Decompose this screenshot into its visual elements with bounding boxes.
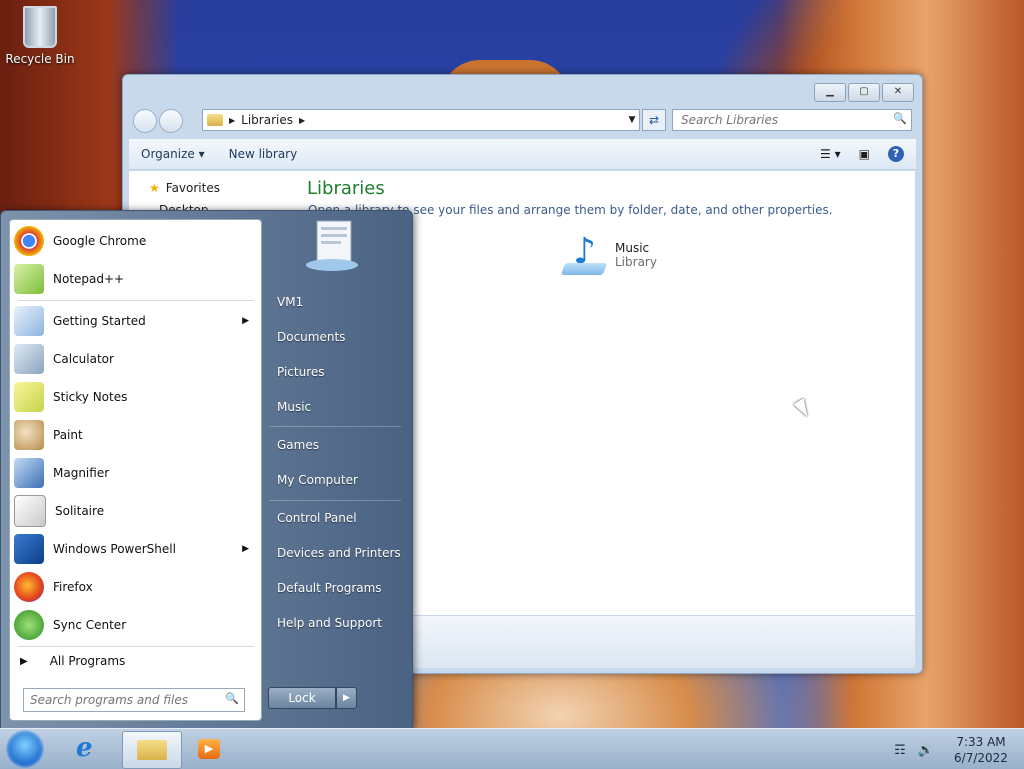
library-type: Library (615, 255, 657, 269)
volume-icon[interactable]: 🔊 (918, 743, 934, 758)
program-google-chrome[interactable]: Google Chrome (10, 222, 261, 260)
command-bar: Organize ▾ New library ☰ ▾ ▣ ? (129, 139, 916, 170)
breadcrumb-libraries[interactable]: Libraries (241, 113, 293, 127)
media-player-icon: ▶ (198, 739, 220, 759)
internet-explorer-icon: e (76, 733, 93, 763)
sticky-notes-icon (14, 382, 44, 412)
start-search-box[interactable]: 🔍 (23, 688, 245, 712)
recycle-bin-desktop-icon[interactable]: Recycle Bin (4, 6, 76, 66)
all-programs-arrow-icon: ▶ (20, 655, 28, 667)
notepadpp-icon (14, 264, 44, 294)
help-icon[interactable]: ? (888, 146, 904, 162)
libraries-folder-icon (207, 114, 223, 126)
separator (18, 300, 254, 301)
magnifier-icon (14, 458, 44, 488)
paint-icon (14, 420, 44, 450)
start-link-games[interactable]: Games (277, 438, 319, 452)
navigation-bar: ▶ Libraries ▶ ▼ ⇄ 🔍 (131, 107, 914, 133)
program-notepadpp[interactable]: Notepad++ (10, 260, 261, 298)
view-controls: ☰ ▾ ▣ ? (820, 146, 916, 162)
user-picture-icon[interactable] (303, 217, 361, 273)
music-library-icon: ♪ (560, 231, 608, 279)
change-view-icon[interactable]: ☰ ▾ (820, 147, 841, 161)
forward-button[interactable] (159, 109, 183, 133)
program-calculator[interactable]: Calculator (10, 340, 261, 378)
firefox-icon (14, 572, 44, 602)
breadcrumb-arrow-icon: ▶ (229, 115, 236, 125)
separator (269, 500, 401, 501)
program-windows-powershell[interactable]: Windows PowerShell ▶ (10, 530, 261, 568)
powershell-icon (14, 534, 44, 564)
program-sticky-notes[interactable]: Sticky Notes (10, 378, 261, 416)
start-link-music[interactable]: Music (277, 400, 311, 414)
start-link-default-programs[interactable]: Default Programs (277, 581, 382, 595)
explorer-search-box[interactable]: 🔍 (672, 109, 912, 131)
clock-time: 7:33 AM (956, 735, 1006, 749)
preview-pane-icon[interactable]: ▣ (859, 147, 870, 161)
minimize-button[interactable]: ▁ (814, 83, 846, 102)
program-firefox[interactable]: Firefox (10, 568, 261, 606)
start-button[interactable] (6, 730, 44, 768)
search-icon[interactable]: 🔍 (225, 692, 239, 705)
submenu-arrow-icon: ▶ (242, 544, 249, 554)
taskbar-media-player[interactable]: ▶ (182, 731, 240, 767)
windows-explorer-icon (137, 740, 167, 760)
start-link-devices-printers[interactable]: Devices and Printers (277, 546, 401, 560)
lock-button[interactable]: Lock (268, 687, 336, 709)
start-link-my-computer[interactable]: My Computer (277, 473, 358, 487)
maximize-button[interactable]: ▢ (848, 83, 880, 102)
program-magnifier[interactable]: Magnifier (10, 454, 261, 492)
start-menu: Google Chrome Notepad++ Getting Started … (0, 210, 413, 728)
organize-button[interactable]: Organize ▾ (129, 147, 217, 161)
address-bar[interactable]: ▶ Libraries ▶ ▼ (202, 109, 640, 131)
start-link-user[interactable]: VM1 (277, 295, 303, 309)
window-controls: ▁ ▢ ✕ (814, 83, 914, 102)
start-link-control-panel[interactable]: Control Panel (277, 511, 357, 525)
taskbar-windows-explorer[interactable] (122, 731, 182, 769)
submenu-arrow-icon: ▶ (242, 316, 249, 326)
favorites-star-icon: ★ (149, 181, 160, 195)
program-paint[interactable]: Paint (10, 416, 261, 454)
close-button[interactable]: ✕ (882, 83, 914, 102)
nav-favorites[interactable]: ★ Favorites (149, 181, 220, 195)
new-library-button[interactable]: New library (217, 147, 310, 161)
taskbar-internet-explorer[interactable]: e (62, 731, 120, 767)
start-search-input[interactable] (28, 689, 222, 711)
taskbar: e ▶ ☶ 🔊 7:33 AM 6/7/2022 (0, 728, 1024, 769)
all-programs-button[interactable]: ▶ All Programs (20, 654, 125, 668)
sync-center-icon (14, 610, 44, 640)
start-link-help-support[interactable]: Help and Support (277, 616, 382, 630)
getting-started-icon (14, 306, 44, 336)
library-name: Music (615, 241, 650, 255)
program-getting-started[interactable]: Getting Started ▶ (10, 302, 261, 340)
programs-pane: Google Chrome Notepad++ Getting Started … (9, 219, 262, 721)
back-button[interactable] (133, 109, 157, 133)
libraries-title: Libraries (307, 178, 385, 199)
network-icon[interactable]: ☶ (894, 743, 906, 758)
recycle-bin-label: Recycle Bin (5, 52, 75, 66)
program-solitaire[interactable]: Solitaire (10, 492, 261, 530)
notification-area: ☶ 🔊 7:33 AM 6/7/2022 (894, 734, 1016, 766)
chrome-icon (14, 226, 44, 256)
start-link-documents[interactable]: Documents (277, 330, 345, 344)
solitaire-icon (14, 495, 46, 527)
recycle-bin-icon (23, 6, 57, 48)
separator (269, 426, 401, 427)
separator (18, 646, 254, 647)
clock-date: 6/7/2022 (954, 751, 1008, 765)
calculator-icon (14, 344, 44, 374)
library-music[interactable]: ♪ Music Library (560, 231, 657, 279)
clock[interactable]: 7:33 AM 6/7/2022 (946, 734, 1016, 766)
shutdown-options-arrow-icon[interactable]: ▶ (336, 687, 357, 709)
desktop: Recycle Bin ▁ ▢ ✕ ▶ Libraries ▶ ▼ ⇄ 🔍 (0, 0, 1024, 728)
explorer-search-input[interactable] (679, 110, 883, 130)
breadcrumb-arrow-icon: ▶ (298, 115, 306, 125)
start-link-pictures[interactable]: Pictures (277, 365, 325, 379)
program-sync-center[interactable]: Sync Center (10, 606, 261, 644)
address-dropdown-icon[interactable]: ▼ (625, 115, 639, 125)
refresh-button[interactable]: ⇄ (642, 109, 666, 131)
search-icon[interactable]: 🔍 (893, 112, 907, 125)
